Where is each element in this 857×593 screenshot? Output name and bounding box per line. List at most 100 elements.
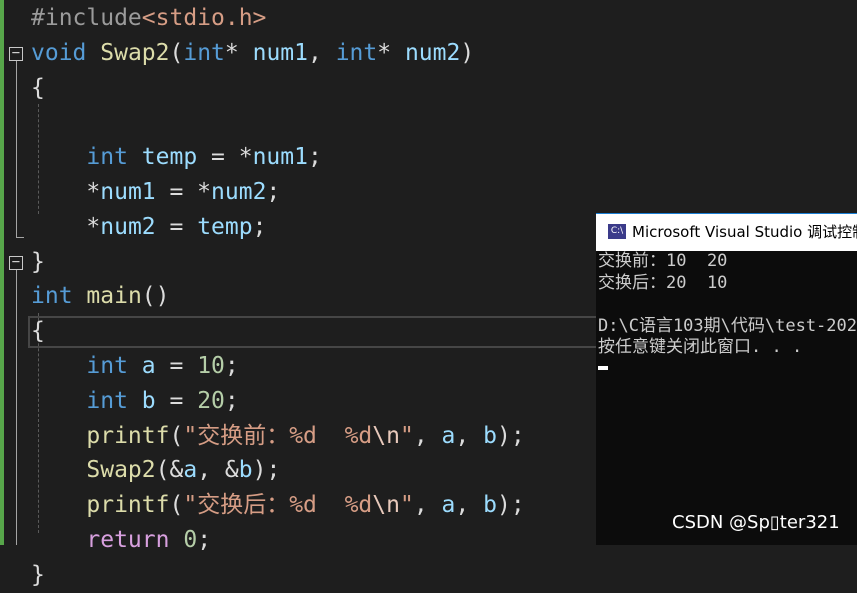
current-line-highlight	[28, 316, 628, 348]
fold-line-swap2	[16, 61, 17, 237]
debug-console-window[interactable]: C:\ Microsoft Visual Studio 调试控制台 交换前：10…	[596, 213, 857, 545]
code-token: a	[441, 492, 456, 519]
code-token: *	[224, 39, 253, 66]
code-token: "	[399, 492, 414, 519]
fold-end-swap2	[16, 237, 24, 238]
code-token: 10	[197, 353, 225, 379]
code-token: = *	[155, 179, 212, 205]
code-token: int	[86, 387, 128, 414]
code-token: int	[86, 353, 128, 379]
code-token: ;	[252, 213, 267, 240]
code-token: *	[31, 179, 101, 205]
code-token: "交换后：%d %d	[183, 492, 373, 519]
code-token: );	[496, 492, 525, 519]
code-token: temp	[141, 144, 198, 171]
code-line[interactable]: }	[31, 558, 45, 593]
code-token: "交换前：%d %d	[183, 422, 373, 449]
code-token: ;	[224, 353, 239, 379]
code-token: *	[377, 39, 405, 66]
code-token: }	[31, 561, 45, 588]
collapse-swap2-icon[interactable]: −	[9, 46, 23, 61]
code-line[interactable]: int temp = *num1;	[31, 140, 322, 175]
code-token: int	[86, 144, 128, 171]
code-token: b	[483, 422, 497, 449]
code-token: main	[86, 283, 142, 310]
fold-line-main	[16, 270, 17, 545]
console-title-bar[interactable]: C:\ Microsoft Visual Studio 调试控制台	[596, 213, 857, 251]
code-line[interactable]: Swap2(&a, &b);	[31, 453, 280, 488]
code-token: num1	[100, 179, 156, 205]
code-line[interactable]: }	[31, 245, 45, 280]
code-token: ;	[266, 179, 281, 205]
code-token: =	[155, 353, 198, 379]
code-line[interactable]: {	[31, 71, 45, 106]
code-line[interactable]: #include<stdio.h>	[31, 1, 266, 36]
code-token: int	[31, 283, 73, 310]
code-token: \n	[372, 422, 400, 449]
code-token: "	[399, 422, 414, 449]
code-token: (	[169, 492, 184, 519]
code-token: b	[141, 387, 156, 414]
code-token: Swap2	[86, 457, 156, 484]
console-line: D:\C语言103期\代码\test-2021	[598, 315, 857, 336]
code-token: b	[483, 492, 497, 519]
code-token: ;	[224, 387, 239, 414]
code-token: temp	[197, 213, 253, 240]
code-line[interactable]: {	[31, 314, 45, 349]
code-token: a	[441, 422, 456, 449]
console-line: 交换前：10 20	[598, 251, 728, 271]
code-token: (&	[155, 457, 184, 484]
code-token: void	[31, 39, 87, 66]
code-token: ,	[413, 492, 442, 519]
code-line[interactable]: int a = 10;	[31, 349, 239, 384]
code-line[interactable]: return 0;	[31, 523, 211, 558]
code-token: #include	[31, 5, 142, 31]
code-token: num2	[404, 39, 461, 66]
code-line[interactable]: printf("交换前：%d %d\n", a, b);	[31, 419, 524, 454]
code-token: ;	[307, 144, 322, 171]
code-token: ,	[455, 422, 484, 449]
code-token: ,	[413, 422, 442, 449]
code-token: {	[31, 318, 45, 345]
code-token: , &	[197, 457, 239, 484]
code-token: printf	[86, 422, 170, 449]
code-token: (	[169, 39, 184, 66]
change-tracking-bar	[0, 0, 4, 545]
code-token: ;	[197, 527, 212, 553]
console-title: Microsoft Visual Studio 调试控制台	[632, 223, 857, 241]
code-token: {	[31, 74, 45, 101]
code-token: <stdio.h>	[141, 5, 267, 31]
code-token: a	[183, 457, 198, 484]
code-token: num2	[100, 213, 156, 240]
code-token: =	[155, 387, 198, 414]
code-token: num1	[252, 144, 308, 171]
code-token: num2	[211, 179, 267, 205]
code-token: Swap2	[100, 39, 170, 66]
code-token: a	[141, 353, 156, 379]
code-line[interactable]: int b = 20;	[31, 384, 239, 419]
watermark: CSDN @Sp▯ter321	[672, 512, 840, 533]
code-line[interactable]: *num2 = temp;	[31, 210, 266, 245]
code-line[interactable]: int main()	[31, 279, 170, 314]
code-token: int	[335, 39, 378, 66]
collapse-main-icon[interactable]: −	[9, 255, 23, 270]
code-line[interactable]: printf("交换后：%d %d\n", a, b);	[31, 488, 525, 523]
code-token: }	[31, 248, 45, 275]
code-token: printf	[86, 492, 170, 519]
code-line[interactable]: *num1 = *num2;	[31, 175, 280, 210]
code-token: ,	[308, 39, 336, 66]
code-token: return	[86, 527, 170, 553]
code-token: =	[155, 213, 198, 240]
code-line[interactable]: void Swap2(int* num1, int* num2)	[31, 36, 474, 71]
